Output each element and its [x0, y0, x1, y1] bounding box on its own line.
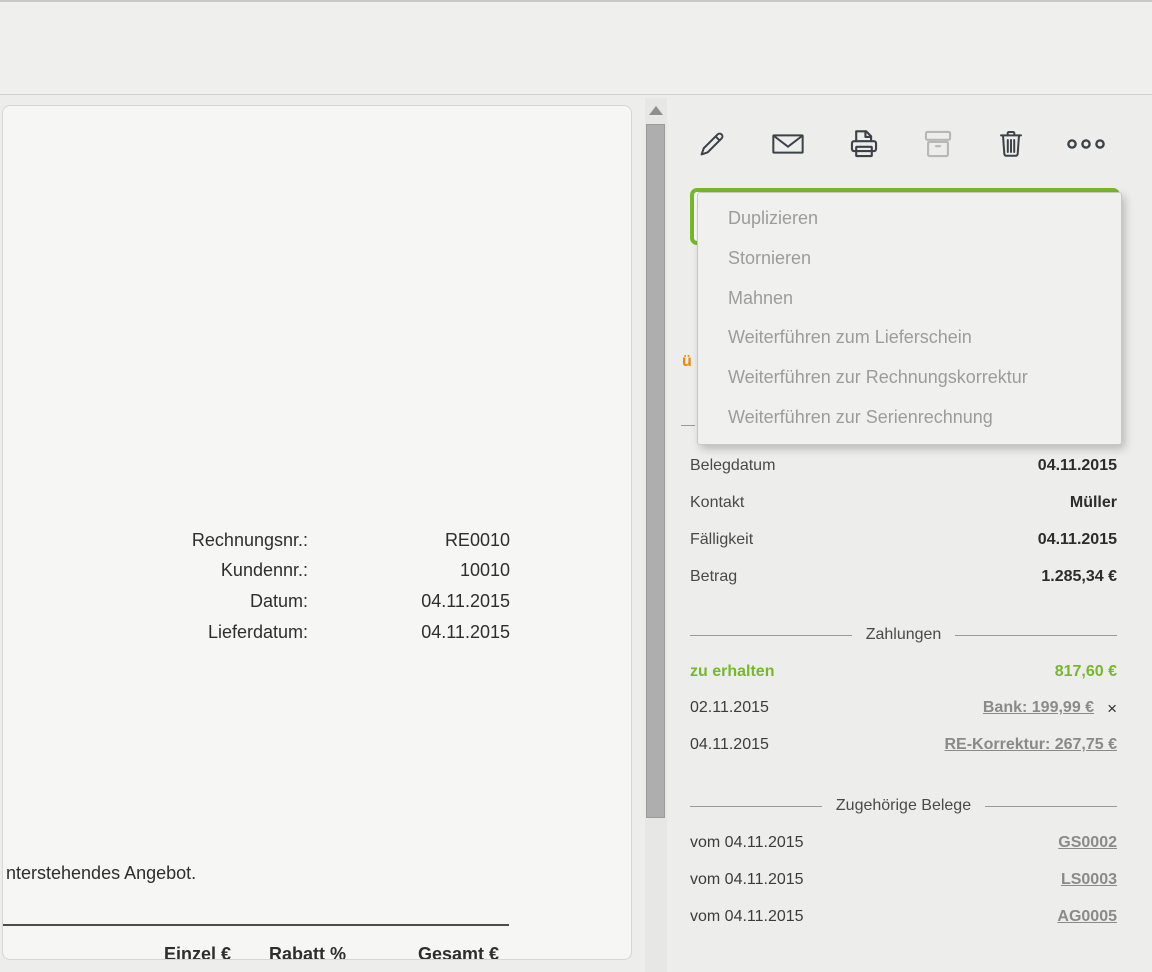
scroll-up-arrow-icon[interactable]: [649, 106, 663, 115]
detail-row-kontakt: Kontakt Müller: [690, 484, 1117, 521]
archive-box-icon: [921, 127, 955, 166]
top-header-band: [0, 2, 1152, 95]
payment-date: 04.11.2015: [690, 736, 769, 753]
related-doc-row: vom 04.11.2015 LS0003: [690, 871, 1117, 889]
detail-value: 04.11.2015: [1037, 456, 1117, 474]
invoice-meta-row: Datum: 04.11.2015: [3, 586, 510, 617]
divider-line: [955, 634, 1117, 636]
item-table-header: Einzel € Rabatt % Gesamt €: [3, 944, 510, 960]
pencil-icon: [696, 128, 728, 165]
date-value: 04.11.2015: [421, 590, 510, 611]
divider-line: [690, 805, 822, 807]
invoice-detail-view: Rechnungsnr.: RE0010 Kundennr.: 10010 Da…: [0, 0, 1152, 972]
invoice-number-label: Rechnungsnr.:: [191, 529, 308, 550]
payments-section-header: Zahlungen: [690, 626, 1117, 644]
detail-value: 04.11.2015: [1037, 530, 1117, 548]
menu-item-duplizieren[interactable]: Duplizieren: [698, 199, 1121, 239]
detail-row-betrag: Betrag 1.285,34 €: [690, 558, 1117, 595]
invoice-meta-row: Kundennr.: 10010: [3, 556, 510, 587]
table-top-rule: [3, 924, 509, 926]
invoice-meta-row: Lieferdatum: 04.11.2015: [3, 617, 510, 648]
related-doc-row: vom 04.11.2015 GS0002: [690, 834, 1117, 852]
amount-due-label: zu erhalten: [690, 663, 775, 680]
menu-item-mahnen[interactable]: Mahnen: [698, 279, 1121, 319]
delete-button[interactable]: [993, 128, 1029, 164]
ellipsis-icon: [1065, 136, 1107, 157]
payment-date: 02.11.2015: [690, 699, 769, 716]
archive-button[interactable]: [920, 128, 956, 164]
divider-line: [690, 634, 852, 636]
detail-row-belegdatum: Belegdatum 04.11.2015: [690, 447, 1117, 484]
menu-item-weiterfuehren-rechnungskorrektur[interactable]: Weiterführen zur Rechnungskorrektur: [698, 358, 1121, 398]
vertical-scrollbar[interactable]: [645, 98, 667, 972]
invoice-number-value: RE0010: [444, 529, 510, 550]
trash-icon: [995, 128, 1027, 165]
customer-number-value: 10010: [459, 560, 510, 581]
payment-row: 02.11.2015 Bank: 199,99 € ×: [690, 699, 1117, 717]
remove-payment-icon[interactable]: ×: [1107, 700, 1117, 717]
customer-number-label: Kundennr.:: [220, 560, 308, 581]
payment-summary-row: zu erhalten 817,60 €: [690, 663, 1117, 681]
related-doc-link-ls0003[interactable]: LS0003: [1061, 871, 1117, 889]
related-doc-link-ag0005[interactable]: AG0005: [1057, 908, 1117, 926]
amount-due-value: 817,60 €: [1054, 663, 1117, 680]
date-label: Datum:: [249, 590, 308, 611]
related-doc-link-gs0002[interactable]: GS0002: [1058, 834, 1117, 852]
column-gesamt: Gesamt €: [417, 944, 499, 960]
scrollbar-thumb[interactable]: [646, 124, 665, 818]
send-mail-button[interactable]: [770, 128, 806, 164]
divider-line: [985, 805, 1117, 807]
related-docs-section-title: Zugehörige Belege: [835, 797, 972, 814]
detail-value: 1.285,34 €: [1041, 567, 1117, 585]
column-einzel: Einzel €: [163, 944, 231, 960]
printer-icon: [847, 127, 881, 166]
more-actions-menu: Duplizieren Stornieren Mahnen Weiterführ…: [697, 192, 1122, 445]
detail-label: Betrag: [690, 567, 738, 585]
detail-label: Fälligkeit: [690, 530, 754, 548]
print-button[interactable]: [846, 128, 882, 164]
related-docs-section-header: Zugehörige Belege: [690, 797, 1117, 815]
payment-link-re-korrektur[interactable]: RE-Korrektur: 267,75 €: [944, 736, 1117, 754]
detail-value: Müller: [1069, 493, 1117, 511]
document-intro-text: nterstehendes Angebot.: [6, 863, 197, 883]
related-doc-date: vom 04.11.2015: [690, 834, 804, 851]
detail-label: Belegdatum: [690, 456, 776, 474]
envelope-icon: [770, 128, 806, 165]
more-actions-button[interactable]: [1065, 128, 1107, 164]
menu-item-weiterfuehren-lieferschein[interactable]: Weiterführen zum Lieferschein: [698, 318, 1121, 358]
invoice-details-list: Belegdatum 04.11.2015 Kontakt Müller Fäl…: [690, 447, 1117, 595]
action-toolbar: [680, 128, 1120, 166]
related-doc-date: vom 04.11.2015: [690, 871, 804, 888]
delivery-date-label: Lieferdatum:: [207, 621, 308, 642]
detail-row-faelligkeit: Fälligkeit 04.11.2015: [690, 521, 1117, 558]
invoice-meta-block: Rechnungsnr.: RE0010 Kundennr.: 10010 Da…: [3, 525, 510, 647]
menu-item-stornieren[interactable]: Stornieren: [698, 239, 1121, 279]
delivery-date-value: 04.11.2015: [421, 621, 510, 642]
related-doc-row: vom 04.11.2015 AG0005: [690, 908, 1117, 926]
payment-row: 04.11.2015 RE-Korrektur: 267,75 €: [690, 736, 1117, 754]
invoice-meta-row: Rechnungsnr.: RE0010: [3, 525, 510, 556]
menu-item-weiterfuehren-serienrechnung[interactable]: Weiterführen zur Serienrechnung: [698, 398, 1121, 438]
payments-section-title: Zahlungen: [865, 626, 942, 643]
detail-label: Kontakt: [690, 493, 745, 511]
related-doc-date: vom 04.11.2015: [690, 908, 804, 925]
column-rabatt: Rabatt %: [268, 944, 346, 960]
document-preview-panel: Rechnungsnr.: RE0010 Kundennr.: 10010 Da…: [2, 105, 632, 960]
edit-button[interactable]: [694, 128, 730, 164]
hidden-section-divider: [681, 425, 695, 426]
overdue-status-text: ü: [682, 353, 692, 370]
payment-link-bank[interactable]: Bank: 199,99 €: [983, 699, 1094, 717]
